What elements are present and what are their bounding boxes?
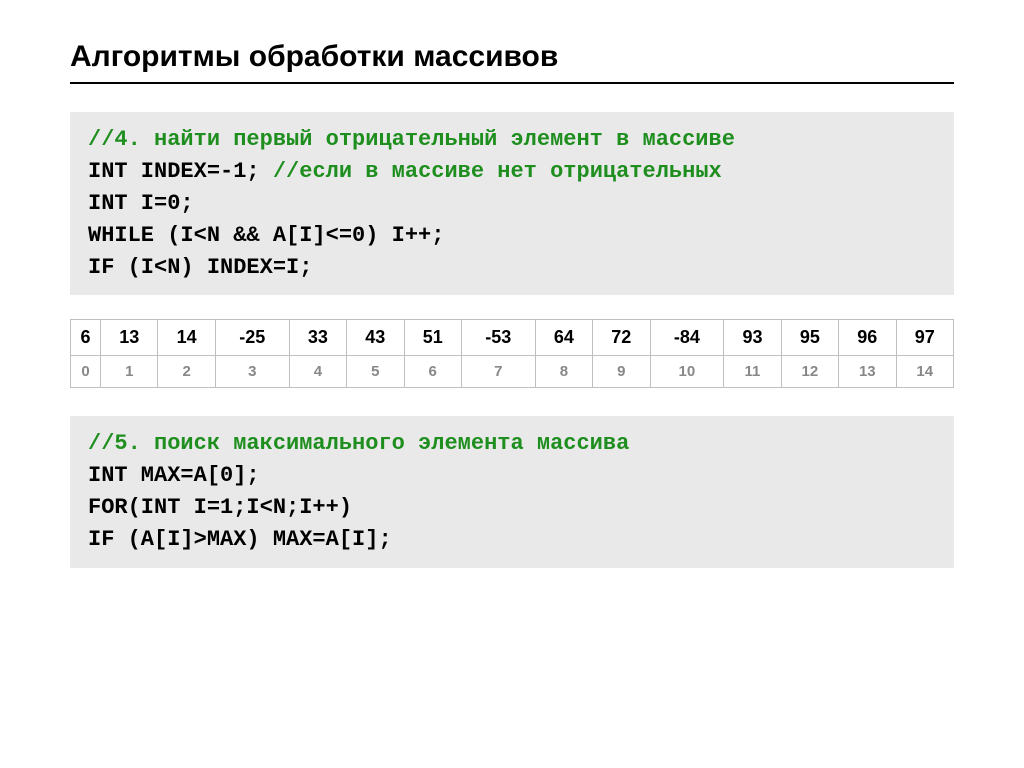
array-index-cell: 4 [289, 356, 346, 388]
array-index-cell: 14 [896, 356, 953, 388]
array-value-cell: 96 [839, 320, 896, 356]
array-value-cell: 51 [404, 320, 461, 356]
array-index-cell: 12 [781, 356, 838, 388]
array-value-cell: 64 [535, 320, 592, 356]
code-line: IF (I<N) INDEX=I; [88, 255, 312, 280]
array-value-cell: 6 [71, 320, 101, 356]
array-index-row: 0 1 2 3 4 5 6 7 8 9 10 11 12 13 14 [71, 356, 954, 388]
array-value-cell: -84 [650, 320, 724, 356]
code-comment: //5. поиск максимального элемента массив… [88, 431, 629, 456]
code-line: IF (A[I]>MAX) MAX=A[I]; [88, 527, 392, 552]
code-line: INT I=0; [88, 191, 194, 216]
array-value-cell: -25 [215, 320, 289, 356]
array-value-cell: 33 [289, 320, 346, 356]
page-title: Алгоритмы обработки массивов [70, 40, 954, 74]
array-value-cell: 93 [724, 320, 781, 356]
array-index-cell: 2 [158, 356, 215, 388]
array-index-cell: 1 [101, 356, 158, 388]
code-line: INT MAX=A[0]; [88, 463, 260, 488]
array-value-cell: 13 [101, 320, 158, 356]
array-value-cell: 95 [781, 320, 838, 356]
array-table: 6 13 14 -25 33 43 51 -53 64 72 -84 93 95… [70, 319, 954, 388]
title-divider [70, 82, 954, 84]
array-index-cell: 5 [347, 356, 404, 388]
code-line: INT INDEX=-1; [88, 159, 273, 184]
array-value-cell: 97 [896, 320, 953, 356]
array-index-cell: 11 [724, 356, 781, 388]
array-index-cell: 10 [650, 356, 724, 388]
code-comment: //если в массиве нет отрицательных [273, 159, 722, 184]
code-block-1: //4. найти первый отрицательный элемент … [70, 112, 954, 295]
code-line: WHILE (I<N && A[I]<=0) I++; [88, 223, 444, 248]
array-value-cell: 14 [158, 320, 215, 356]
code-block-2: //5. поиск максимального элемента массив… [70, 416, 954, 568]
array-index-cell: 0 [71, 356, 101, 388]
array-index-cell: 9 [593, 356, 650, 388]
array-value-cell: 72 [593, 320, 650, 356]
array-index-cell: 13 [839, 356, 896, 388]
code-line: FOR(INT I=1;I<N;I++) [88, 495, 352, 520]
array-value-cell: -53 [461, 320, 535, 356]
array-values-row: 6 13 14 -25 33 43 51 -53 64 72 -84 93 95… [71, 320, 954, 356]
array-index-cell: 6 [404, 356, 461, 388]
array-value-cell: 43 [347, 320, 404, 356]
code-comment: //4. найти первый отрицательный элемент … [88, 127, 735, 152]
array-index-cell: 3 [215, 356, 289, 388]
array-index-cell: 7 [461, 356, 535, 388]
array-index-cell: 8 [535, 356, 592, 388]
